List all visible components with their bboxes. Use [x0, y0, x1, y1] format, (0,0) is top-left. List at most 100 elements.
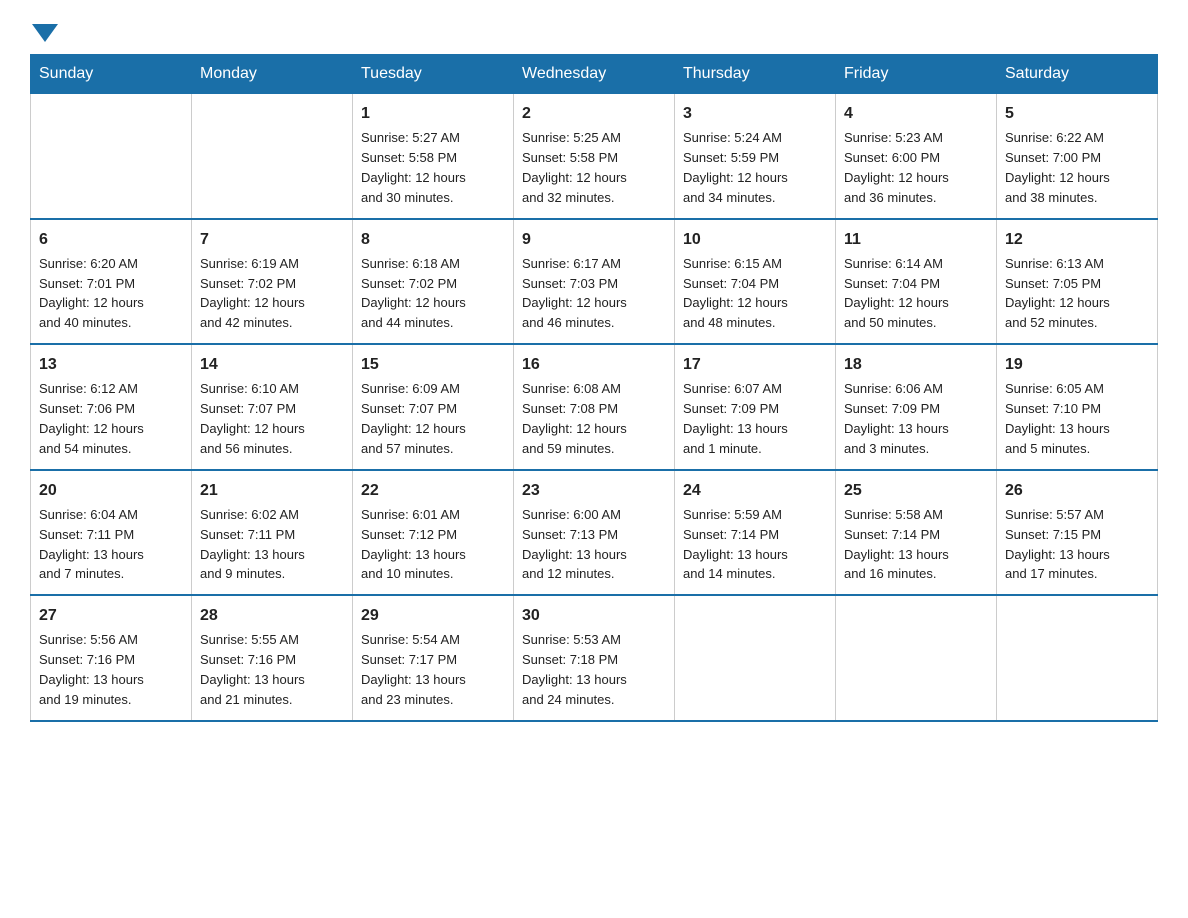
calendar-cell: 9Sunrise: 6:17 AM Sunset: 7:03 PM Daylig…	[514, 219, 675, 345]
day-info: Sunrise: 5:59 AM Sunset: 7:14 PM Dayligh…	[683, 507, 788, 582]
day-number: 24	[683, 479, 827, 502]
calendar-cell: 2Sunrise: 5:25 AM Sunset: 5:58 PM Daylig…	[514, 94, 675, 219]
calendar-cell	[997, 595, 1158, 721]
calendar-cell: 17 Sunrise: 6:07 AM Sunset: 7:09 PM Dayli…	[675, 344, 836, 470]
calendar-cell: 14 Sunrise: 6:10 AM Sunset: 7:07 PM Dayli…	[192, 344, 353, 470]
day-number: 7	[200, 228, 344, 251]
day-number: 8	[361, 228, 505, 251]
day-info: Sunrise: 6:22 AM Sunset: 7:00 PM Dayligh…	[1005, 130, 1110, 205]
day-number: 14	[200, 353, 344, 376]
day-number: 19	[1005, 353, 1149, 376]
calendar-cell: 21 Sunrise: 6:02 AM Sunset: 7:11 PM Dayli…	[192, 470, 353, 596]
calendar-week-row: 13 Sunrise: 6:12 AM Sunset: 7:06 PM Dayli…	[31, 344, 1158, 470]
day-info: Sunrise: 6:09 AM Sunset: 7:07 PM Dayligh…	[361, 381, 466, 456]
calendar-cell: 16Sunrise: 6:08 AM Sunset: 7:08 PM Dayli…	[514, 344, 675, 470]
weekday-header-monday: Monday	[192, 55, 353, 94]
day-info: Sunrise: 6:10 AM Sunset: 7:07 PM Dayligh…	[200, 381, 305, 456]
calendar-cell: 25 Sunrise: 5:58 AM Sunset: 7:14 PM Dayli…	[836, 470, 997, 596]
calendar-cell: 7 Sunrise: 6:19 AM Sunset: 7:02 PM Daylig…	[192, 219, 353, 345]
calendar-cell: 4 Sunrise: 5:23 AM Sunset: 6:00 PM Daylig…	[836, 94, 997, 219]
day-info: Sunrise: 5:23 AM Sunset: 6:00 PM Dayligh…	[844, 130, 949, 205]
calendar-cell: 10 Sunrise: 6:15 AM Sunset: 7:04 PM Dayli…	[675, 219, 836, 345]
day-number: 22	[361, 479, 505, 502]
day-number: 30	[522, 604, 666, 627]
calendar-cell: 3 Sunrise: 5:24 AM Sunset: 5:59 PM Daylig…	[675, 94, 836, 219]
day-number: 18	[844, 353, 988, 376]
weekday-header-wednesday: Wednesday	[514, 55, 675, 94]
day-info: Sunrise: 6:00 AM Sunset: 7:13 PM Dayligh…	[522, 507, 627, 582]
day-info: Sunrise: 5:54 AM Sunset: 7:17 PM Dayligh…	[361, 632, 466, 707]
weekday-header-sunday: Sunday	[31, 55, 192, 94]
logo	[30, 20, 60, 36]
calendar-cell: 19 Sunrise: 6:05 AM Sunset: 7:10 PM Dayli…	[997, 344, 1158, 470]
calendar-cell: 22 Sunrise: 6:01 AM Sunset: 7:12 PM Dayli…	[353, 470, 514, 596]
day-number: 28	[200, 604, 344, 627]
calendar-cell: 20 Sunrise: 6:04 AM Sunset: 7:11 PM Dayli…	[31, 470, 192, 596]
weekday-header-tuesday: Tuesday	[353, 55, 514, 94]
day-info: Sunrise: 6:20 AM Sunset: 7:01 PM Dayligh…	[39, 256, 144, 331]
calendar-cell: 26 Sunrise: 5:57 AM Sunset: 7:15 PM Dayli…	[997, 470, 1158, 596]
calendar-cell	[675, 595, 836, 721]
calendar-cell: 11 Sunrise: 6:14 AM Sunset: 7:04 PM Dayli…	[836, 219, 997, 345]
calendar-week-row: 20 Sunrise: 6:04 AM Sunset: 7:11 PM Dayli…	[31, 470, 1158, 596]
day-info: Sunrise: 5:55 AM Sunset: 7:16 PM Dayligh…	[200, 632, 305, 707]
day-info: Sunrise: 5:25 AM Sunset: 5:58 PM Dayligh…	[522, 130, 627, 205]
day-info: Sunrise: 6:13 AM Sunset: 7:05 PM Dayligh…	[1005, 256, 1110, 331]
weekday-header-friday: Friday	[836, 55, 997, 94]
day-number: 21	[200, 479, 344, 502]
day-info: Sunrise: 6:08 AM Sunset: 7:08 PM Dayligh…	[522, 381, 627, 456]
day-info: Sunrise: 6:04 AM Sunset: 7:11 PM Dayligh…	[39, 507, 144, 582]
logo-triangle-icon	[32, 24, 58, 42]
day-number: 29	[361, 604, 505, 627]
day-number: 5	[1005, 102, 1149, 125]
day-number: 4	[844, 102, 988, 125]
day-number: 20	[39, 479, 183, 502]
calendar-cell: 30 Sunrise: 5:53 AM Sunset: 7:18 PM Dayli…	[514, 595, 675, 721]
calendar-cell	[836, 595, 997, 721]
calendar-cell: 29 Sunrise: 5:54 AM Sunset: 7:17 PM Dayli…	[353, 595, 514, 721]
day-number: 10	[683, 228, 827, 251]
calendar-week-row: 1Sunrise: 5:27 AM Sunset: 5:58 PM Daylig…	[31, 94, 1158, 219]
day-info: Sunrise: 5:58 AM Sunset: 7:14 PM Dayligh…	[844, 507, 949, 582]
day-info: Sunrise: 6:05 AM Sunset: 7:10 PM Dayligh…	[1005, 381, 1110, 456]
weekday-header-row: SundayMondayTuesdayWednesdayThursdayFrid…	[31, 55, 1158, 94]
day-info: Sunrise: 6:17 AM Sunset: 7:03 PM Dayligh…	[522, 256, 627, 331]
calendar-cell: 23 Sunrise: 6:00 AM Sunset: 7:13 PM Dayli…	[514, 470, 675, 596]
day-number: 3	[683, 102, 827, 125]
day-info: Sunrise: 6:06 AM Sunset: 7:09 PM Dayligh…	[844, 381, 949, 456]
calendar-cell: 28 Sunrise: 5:55 AM Sunset: 7:16 PM Dayli…	[192, 595, 353, 721]
day-info: Sunrise: 6:14 AM Sunset: 7:04 PM Dayligh…	[844, 256, 949, 331]
page-header	[30, 20, 1158, 36]
day-number: 26	[1005, 479, 1149, 502]
calendar-cell: 13 Sunrise: 6:12 AM Sunset: 7:06 PM Dayli…	[31, 344, 192, 470]
calendar-cell: 24 Sunrise: 5:59 AM Sunset: 7:14 PM Dayli…	[675, 470, 836, 596]
calendar-cell: 18 Sunrise: 6:06 AM Sunset: 7:09 PM Dayli…	[836, 344, 997, 470]
calendar-cell: 15Sunrise: 6:09 AM Sunset: 7:07 PM Dayli…	[353, 344, 514, 470]
day-info: Sunrise: 5:53 AM Sunset: 7:18 PM Dayligh…	[522, 632, 627, 707]
day-info: Sunrise: 6:12 AM Sunset: 7:06 PM Dayligh…	[39, 381, 144, 456]
day-number: 6	[39, 228, 183, 251]
calendar-cell: 5 Sunrise: 6:22 AM Sunset: 7:00 PM Daylig…	[997, 94, 1158, 219]
day-number: 17	[683, 353, 827, 376]
day-info: Sunrise: 5:24 AM Sunset: 5:59 PM Dayligh…	[683, 130, 788, 205]
calendar-cell: 27Sunrise: 5:56 AM Sunset: 7:16 PM Dayli…	[31, 595, 192, 721]
day-number: 13	[39, 353, 183, 376]
day-info: Sunrise: 6:02 AM Sunset: 7:11 PM Dayligh…	[200, 507, 305, 582]
calendar-table: SundayMondayTuesdayWednesdayThursdayFrid…	[30, 54, 1158, 722]
day-number: 23	[522, 479, 666, 502]
day-info: Sunrise: 6:15 AM Sunset: 7:04 PM Dayligh…	[683, 256, 788, 331]
day-info: Sunrise: 6:07 AM Sunset: 7:09 PM Dayligh…	[683, 381, 788, 456]
weekday-header-saturday: Saturday	[997, 55, 1158, 94]
day-info: Sunrise: 5:57 AM Sunset: 7:15 PM Dayligh…	[1005, 507, 1110, 582]
day-number: 25	[844, 479, 988, 502]
day-info: Sunrise: 6:19 AM Sunset: 7:02 PM Dayligh…	[200, 256, 305, 331]
calendar-cell	[192, 94, 353, 219]
day-number: 12	[1005, 228, 1149, 251]
calendar-cell: 1Sunrise: 5:27 AM Sunset: 5:58 PM Daylig…	[353, 94, 514, 219]
day-number: 11	[844, 228, 988, 251]
calendar-cell: 6 Sunrise: 6:20 AM Sunset: 7:01 PM Daylig…	[31, 219, 192, 345]
day-info: Sunrise: 6:01 AM Sunset: 7:12 PM Dayligh…	[361, 507, 466, 582]
day-number: 27	[39, 604, 183, 627]
weekday-header-thursday: Thursday	[675, 55, 836, 94]
calendar-cell: 8Sunrise: 6:18 AM Sunset: 7:02 PM Daylig…	[353, 219, 514, 345]
